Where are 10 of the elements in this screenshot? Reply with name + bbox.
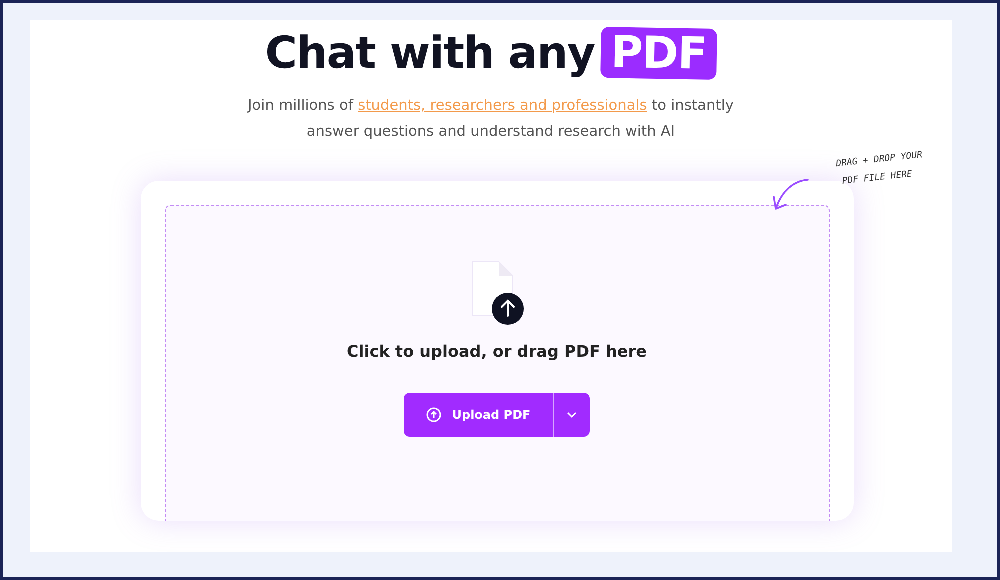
drop-zone[interactable]: Click to upload, or drag PDF here Upload PDF: [164, 205, 830, 521]
headline: Chat with any: [265, 28, 595, 79]
upload-prompt: Click to upload, or drag PDF here: [347, 342, 647, 361]
handwritten-note: DRAG + DROP YOUR PDF FILE HERE: [835, 150, 924, 189]
upload-pdf-button[interactable]: Upload PDF: [404, 393, 554, 437]
upload-icon: [426, 407, 442, 423]
subtitle: Join millions of students, researchers and professionals to instantly answer questions and understand research with AI: [246, 97, 735, 142]
chevron-down-icon: [566, 411, 578, 419]
dropdown-button[interactable]: [554, 393, 590, 437]
highlight-tag: PDF: [600, 27, 718, 80]
